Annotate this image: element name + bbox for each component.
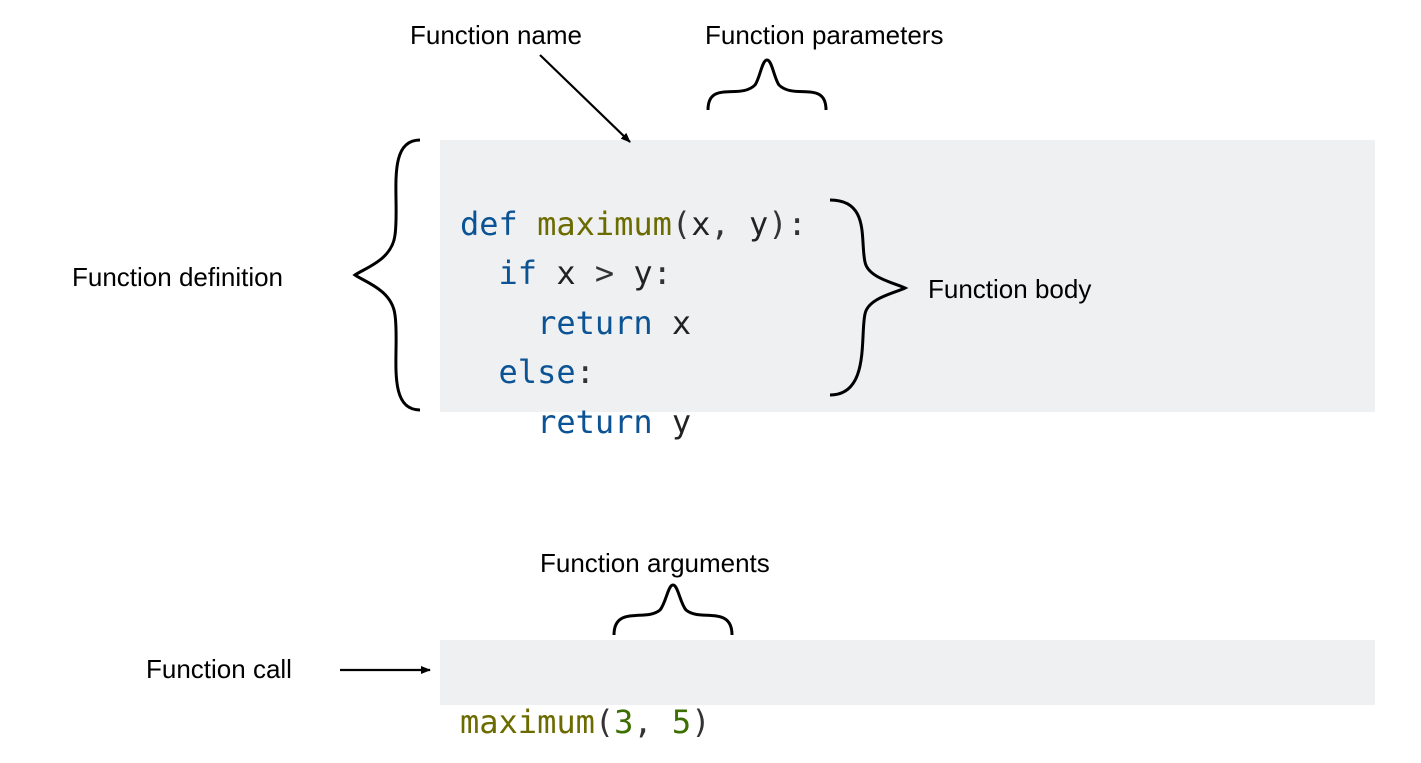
keyword-if: if: [499, 254, 538, 292]
code-line-3: return x: [460, 304, 691, 342]
diagram-stage: def maximum(x, y): if x > y: return x el…: [0, 0, 1421, 763]
keyword-return: return: [537, 403, 653, 441]
label-function-arguments: Function arguments: [540, 548, 770, 579]
keyword-def: def: [460, 205, 518, 243]
code-line-4: else:: [460, 353, 595, 391]
param-x: x: [691, 205, 710, 243]
call-line: maximum(3, 5): [460, 703, 710, 741]
param-y: y: [749, 205, 768, 243]
function-name-token: maximum: [537, 205, 672, 243]
label-function-name: Function name: [410, 20, 582, 51]
code-line-1: def maximum(x, y):: [460, 205, 807, 243]
label-function-parameters: Function parameters: [705, 20, 943, 51]
code-block-call: maximum(3, 5): [440, 640, 1375, 705]
arg-2: 5: [672, 703, 691, 741]
keyword-return: return: [537, 304, 653, 342]
code-line-2: if x > y:: [460, 254, 672, 292]
code-line-5: return y: [460, 403, 691, 441]
keyword-else: else: [499, 353, 576, 391]
label-function-call: Function call: [146, 654, 292, 685]
brace-function-arguments: [614, 585, 732, 635]
arg-1: 3: [614, 703, 633, 741]
call-fn: maximum: [460, 703, 595, 741]
label-function-body: Function body: [928, 274, 1091, 305]
arrow-function-name: [540, 55, 630, 142]
label-function-definition: Function definition: [72, 262, 283, 293]
code-block-definition: def maximum(x, y): if x > y: return x el…: [440, 140, 1375, 412]
brace-function-parameters: [708, 60, 826, 110]
brace-function-definition: [355, 140, 420, 410]
